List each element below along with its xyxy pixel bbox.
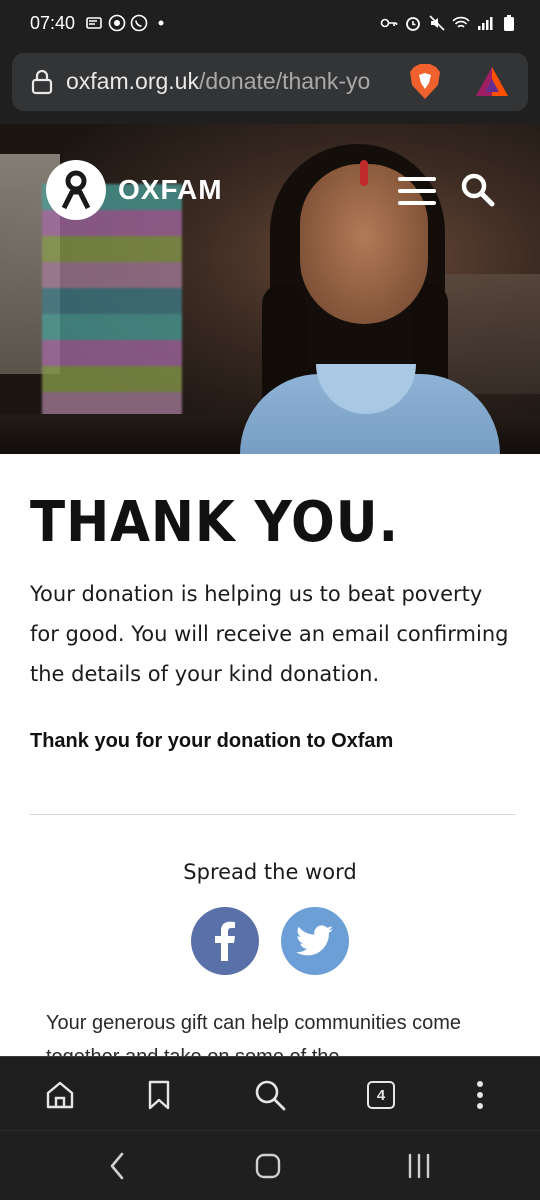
bookmark-icon [148, 1080, 170, 1110]
oxfam-person-icon [61, 170, 91, 210]
tab-count: 4 [367, 1081, 395, 1109]
browser-toolbar: 4 [0, 1056, 540, 1130]
key-icon [380, 18, 398, 28]
battery-icon [504, 15, 514, 31]
hero-image: OXFAM [0, 124, 540, 454]
home-nav-button[interactable] [251, 1151, 285, 1181]
status-time: 07:40 [30, 13, 76, 33]
search-icon [255, 1080, 286, 1111]
url-path: /donate/thank-yo [198, 68, 371, 94]
more-vert-icon [477, 1081, 483, 1109]
home-icon [46, 1081, 74, 1109]
girl-tika [360, 160, 368, 186]
bookmark-button[interactable] [139, 1075, 179, 1115]
divider [30, 814, 516, 815]
gift-text: Your generous gift can help communities … [46, 1012, 462, 1056]
oxfam-logo-circle [46, 160, 106, 220]
vpn-icon [108, 14, 126, 32]
signal-icon [478, 17, 493, 30]
hero-board [440, 274, 540, 394]
mute-icon [429, 15, 445, 31]
recents-icon [408, 1153, 430, 1179]
message-icon [86, 17, 102, 29]
thanks-line: Thank you for your donation to Oxfam [30, 730, 394, 752]
status-right-icons [380, 14, 518, 32]
whatsapp-icon [130, 14, 148, 32]
url-host: oxfam.org.uk [66, 68, 199, 94]
twitter-share-button[interactable] [281, 907, 349, 975]
logo-text: OXFAM [118, 174, 223, 205]
brave-shields-icon[interactable] [408, 63, 442, 101]
search-button[interactable] [250, 1075, 290, 1115]
oxfam-logo[interactable]: OXFAM [46, 160, 223, 220]
system-navigation-bar [0, 1130, 540, 1200]
home-nav-icon [255, 1153, 281, 1179]
facebook-icon [215, 921, 235, 961]
back-icon [110, 1152, 124, 1180]
spread-label: Spread the word [183, 860, 357, 884]
recents-button[interactable] [402, 1151, 436, 1181]
home-button[interactable] [40, 1075, 80, 1115]
tabs-button[interactable]: 4 [361, 1075, 401, 1115]
lock-icon[interactable] [30, 69, 54, 95]
dot-icon [158, 20, 164, 26]
url-field[interactable]: oxfam.org.uk/donate/thank-yo [12, 53, 528, 111]
page-title: THANK YOU. [30, 490, 399, 555]
status-left-icons [86, 14, 170, 32]
alarm-icon [406, 17, 420, 31]
bat-rewards-icon[interactable] [474, 65, 510, 99]
url-text[interactable]: oxfam.org.uk/donate/thank-yo [66, 68, 396, 95]
status-bar: 07:40 [0, 0, 540, 50]
wifi-icon [452, 16, 470, 28]
search-icon[interactable] [460, 172, 496, 208]
donation-message: Your donation is helping us to beat pove… [30, 582, 509, 686]
back-button[interactable] [100, 1151, 134, 1181]
more-menu-button[interactable] [460, 1075, 500, 1115]
facebook-share-button[interactable] [191, 907, 259, 975]
twitter-icon [296, 925, 333, 956]
browser-address-bar: oxfam.org.uk/donate/thank-yo [0, 50, 540, 124]
menu-icon[interactable] [398, 176, 436, 206]
